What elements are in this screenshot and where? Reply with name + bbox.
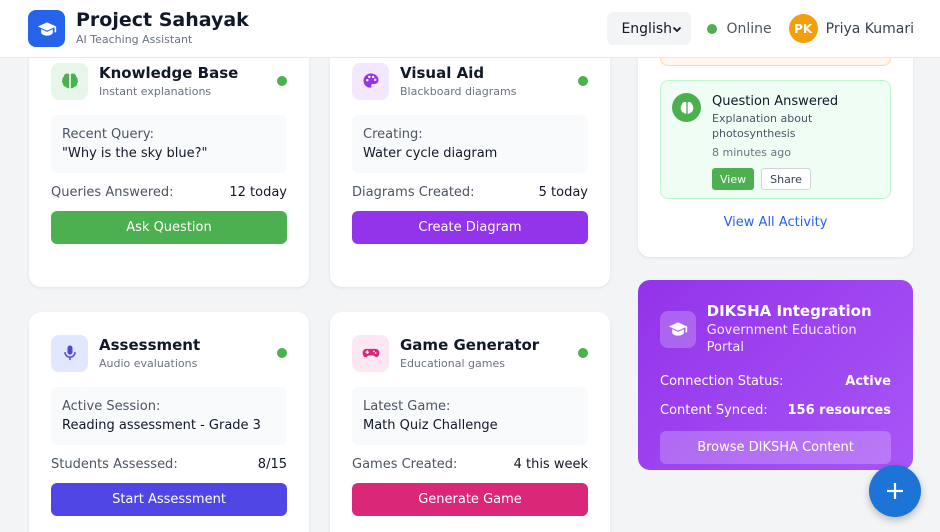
language-select[interactable]: English [607,12,692,45]
activity-title: Question Answered [712,94,839,109]
status-dot-icon [277,348,287,358]
stat-label: Diagrams Created: [352,185,475,200]
stat-value: 5 today [538,185,588,200]
brain-icon [51,62,88,100]
app-subtitle: AI Teaching Assistant [76,33,193,46]
status-dot-icon [578,76,588,86]
stat-label: Games Created: [352,457,458,472]
online-dot-icon [707,23,718,34]
stat-value: 8/15 [257,457,287,472]
user-name: Priya Kumari [825,20,914,37]
box-label: Active Session: [62,399,161,414]
box-value: Water cycle diagram [363,146,498,161]
status-text: Online [726,20,772,37]
plus-icon [887,483,903,499]
creating-box: Creating: Water cycle diagram [352,115,588,173]
active-session-box: Active Session: Reading assessment - Gra… [51,387,287,445]
recent-query-box: Recent Query: "Why is the sky blue?" [51,115,287,173]
card-title: Assessment [99,335,201,354]
card-subtitle: Educational games [400,356,505,370]
box-value: "Why is the sky blue?" [62,146,208,161]
stat-row: Queries Answered: 12 today [51,184,287,201]
stat-label: Students Assessed: [51,457,178,472]
card-title: Visual Aid [400,63,485,82]
language-value: English [621,20,673,37]
graduation-cap-icon [28,10,65,47]
status-dot-icon [277,76,287,86]
browse-diksha-button[interactable]: Browse DIKSHA Content [660,431,891,464]
synced-value: 156 resources [787,403,892,418]
status-value: Active [845,374,891,389]
card-title: Game Generator [400,335,540,354]
start-assessment-button[interactable]: Start Assessment [51,483,287,516]
synced-label: Content Synced: [660,403,768,418]
box-value: Math Quiz Challenge [363,418,498,433]
activity-item: Question Answered Explanation about phot… [660,80,891,199]
status-label: Connection Status: [660,374,784,389]
content-synced-row: Content Synced: 156 resources [660,402,891,419]
stat-row: Games Created: 4 this week [352,456,588,473]
gamepad-icon [352,334,389,372]
connection-status: Online [707,20,772,37]
microphone-icon [51,334,88,372]
box-label: Latest Game: [363,399,451,414]
diksha-subtitle: Government Education Portal [706,323,857,355]
visual-aid-card: Visual Aid Blackboard diagrams Creating:… [330,40,610,287]
stat-row: Diagrams Created: 5 today [352,184,588,201]
user-menu[interactable]: PK Priya Kumari [788,14,914,43]
generate-game-button[interactable]: Generate Game [352,483,588,516]
stat-label: Queries Answered: [51,185,174,200]
game-generator-card: Game Generator Educational games Latest … [330,312,610,532]
palette-icon [352,62,389,100]
app-title: Project Sahayak [76,9,249,31]
view-all-activity-link[interactable]: View All Activity [638,215,913,230]
avatar: PK [788,14,818,43]
assessment-card: Assessment Audio evaluations Active Sess… [29,312,309,532]
latest-game-box: Latest Game: Math Quiz Challenge [352,387,588,445]
share-button[interactable]: Share [761,168,811,190]
recent-activity-card: Question Answered Explanation about phot… [638,40,913,257]
graduation-cap-icon [660,310,696,348]
connection-status-row: Connection Status: Active [660,373,891,390]
create-diagram-button[interactable]: Create Diagram [352,211,588,244]
knowledge-base-card: Knowledge Base Instant explanations Rece… [29,40,309,287]
box-label: Creating: [363,127,423,142]
chevron-down-icon [673,26,682,32]
view-button[interactable]: View [712,168,755,190]
add-button[interactable] [869,465,921,517]
stat-value: 12 today [229,185,287,200]
activity-description: Explanation about photosynthesis [712,112,813,140]
card-title: Knowledge Base [99,63,239,82]
card-subtitle: Audio evaluations [99,356,198,370]
card-subtitle: Blackboard diagrams [400,84,517,98]
ask-question-button[interactable]: Ask Question [51,211,287,244]
card-subtitle: Instant explanations [99,84,212,98]
activity-time: 8 minutes ago [712,146,791,159]
stat-row: Students Assessed: 8/15 [51,456,287,473]
box-label: Recent Query: [62,127,155,142]
diksha-title: DIKSHA Integration [706,302,872,320]
box-value: Reading assessment - Grade 3 [62,418,261,433]
diksha-integration-card: DIKSHA Integration Government Education … [638,280,913,470]
app-header: Project Sahayak AI Teaching Assistant En… [0,0,940,58]
stat-value: 4 this week [513,457,588,472]
brain-icon [672,93,701,122]
status-dot-icon [578,348,588,358]
